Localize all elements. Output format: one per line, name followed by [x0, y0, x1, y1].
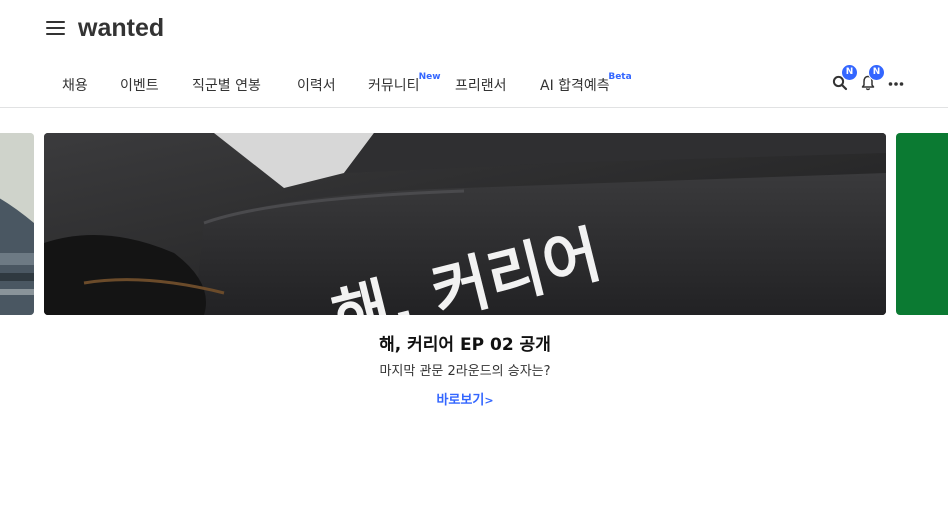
nav-item-jobs[interactable]: 채용 — [62, 75, 88, 95]
notification-badge: N — [868, 64, 885, 81]
search-button[interactable]: N — [831, 64, 858, 95]
banner-carousel: 해, 커리어 — [0, 133, 948, 315]
nav-item-ai-prediction[interactable]: AI 합격예측 Beta — [540, 72, 632, 95]
view-now-label: 바로보기 — [436, 393, 485, 408]
banner-caption: 해, 커리어 EP 02 공개 마지막 관문 2라운드의 승자는? 바로보기> — [0, 330, 930, 408]
hamburger-menu-icon[interactable] — [46, 20, 65, 36]
banner-title: 해, 커리어 EP 02 공개 — [379, 335, 551, 355]
chevron-right-icon: > — [484, 394, 494, 407]
nav-item-label: 커뮤니티 — [368, 78, 420, 94]
nav-item-label: AI 합격예측 — [540, 78, 610, 94]
nav-item-label: 직군별 연봉 — [192, 78, 261, 94]
nav-item-events[interactable]: 이벤트 — [120, 75, 159, 95]
banner-image: 해, 커리어 — [44, 133, 886, 315]
nav-item-resume[interactable]: 이력서 — [297, 75, 336, 95]
beta-badge: Beta — [608, 72, 632, 82]
more-icon — [888, 82, 904, 86]
carousel-slide-next[interactable] — [896, 133, 948, 315]
nav-item-label: 이벤트 — [120, 78, 159, 94]
logo[interactable]: wanted — [78, 14, 164, 43]
slide-image — [0, 133, 34, 315]
nav-item-freelancer[interactable]: 프리랜서 — [455, 75, 507, 95]
carousel-slide-prev[interactable] — [0, 133, 34, 315]
view-now-link[interactable]: 바로보기> — [436, 389, 493, 408]
new-badge: New — [418, 72, 441, 82]
header: wanted — [0, 0, 948, 60]
nav-item-salary[interactable]: 직군별 연봉 — [192, 75, 261, 95]
nav-item-label: 이력서 — [297, 78, 336, 94]
nav-item-community[interactable]: 커뮤니티 New — [368, 72, 441, 95]
banner-subtitle: 마지막 관문 2라운드의 승자는? — [379, 364, 551, 379]
more-button[interactable] — [887, 73, 909, 95]
carousel-slide-active[interactable]: 해, 커리어 — [44, 133, 886, 315]
nav-item-label: 채용 — [62, 78, 88, 94]
nav-item-label: 프리랜서 — [455, 78, 507, 94]
search-badge: N — [841, 64, 858, 81]
main-nav: 채용 이벤트 직군별 연봉 이력서 커뮤니티 New 프리랜서 AI 합격예측 … — [0, 60, 948, 108]
notification-button[interactable]: N — [859, 64, 885, 95]
